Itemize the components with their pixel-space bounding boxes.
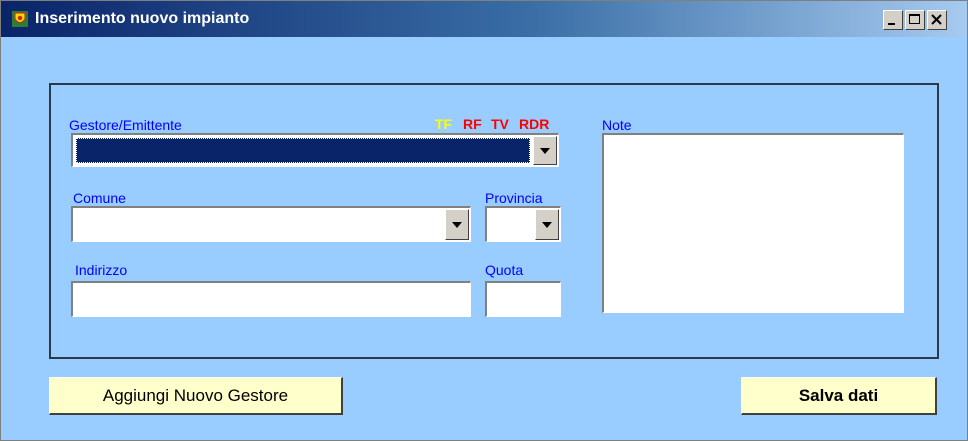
gestore-selected-value [76, 138, 530, 163]
window-title: Inserimento nuovo impianto [35, 10, 250, 27]
comune-select[interactable] [71, 206, 471, 242]
gestore-dropdown-button[interactable] [533, 136, 557, 165]
tag-rdr: RDR [519, 116, 550, 132]
chevron-down-icon [540, 147, 550, 154]
comune-dropdown-button[interactable] [445, 209, 469, 240]
tag-tf: TF [435, 116, 453, 132]
close-icon [931, 14, 942, 25]
chevron-down-icon [542, 221, 552, 228]
comune-label: Comune [73, 190, 126, 206]
chevron-down-icon [452, 221, 462, 228]
quota-input[interactable] [485, 281, 561, 317]
minimize-icon [888, 23, 895, 25]
maximize-button[interactable] [905, 10, 925, 30]
dialog-window: Inserimento nuovo impianto Gestore/Emitt… [0, 0, 968, 441]
gestore-label: Gestore/Emittente [69, 117, 182, 133]
close-button[interactable] [927, 10, 947, 30]
tag-tv: TV [491, 116, 509, 132]
provincia-select[interactable] [485, 206, 561, 242]
indirizzo-label: Indirizzo [75, 262, 128, 278]
quota-label: Quota [485, 262, 524, 278]
gestore-select[interactable] [71, 133, 559, 167]
save-button[interactable]: Salva dati [741, 377, 937, 415]
indirizzo-input[interactable] [71, 281, 471, 317]
note-label: Note [602, 117, 632, 133]
provincia-label: Provincia [485, 190, 543, 206]
maximize-icon [909, 14, 920, 24]
title-bar[interactable]: Inserimento nuovo impianto [1, 1, 967, 37]
note-textarea[interactable] [602, 133, 904, 313]
provincia-dropdown-button[interactable] [535, 209, 559, 240]
tag-rf: RF [463, 116, 482, 132]
add-gestore-button[interactable]: Aggiungi Nuovo Gestore [49, 377, 343, 415]
minimize-button[interactable] [883, 10, 903, 30]
app-logo-icon [11, 10, 29, 28]
